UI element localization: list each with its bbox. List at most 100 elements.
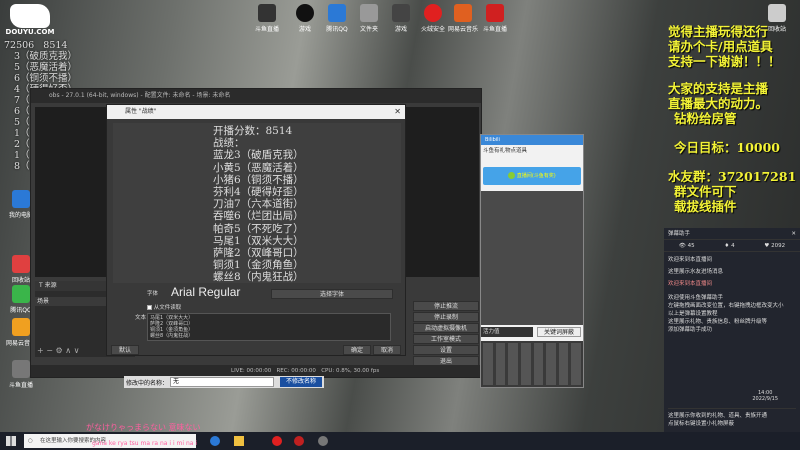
stop-stream-button[interactable]: 停止推流 [413,301,479,311]
live-status: LIVE: 00:00:00 [231,368,272,374]
font-value: Arial Regular [171,285,241,299]
app-icon [424,4,442,22]
app-icon [454,4,472,22]
chat-message: 添加弹幕助手成功 [668,327,713,333]
preview-line: 吞噬6（烂团出局） [213,210,304,223]
preview-line: 蓝龙3（破盾克我） [213,149,304,162]
preview-line: 帕奇5（不死吃了） [213,222,304,235]
name-input[interactable]: 无 [170,377,274,387]
defaults-button[interactable]: 默认 [111,345,139,355]
danmaku-panel: 弹幕助手 ✕ 👁 45 ♦ 4 ♥ 2092 欢迎来到本直播间 这里展示水友进场消… [664,228,800,432]
ok-button[interactable]: 确定 [343,345,371,355]
right-line: 载拔线插件 [674,199,737,214]
cpu-status: CPU: 0.8%, 30.00 fps [321,368,380,374]
right-line: 群文件可下 [674,184,737,199]
right-line: 直播最大的动力。 [668,96,769,111]
preview-line: 马尾1（双米大大） [213,234,304,247]
desktop-icon[interactable]: 游戏 [384,4,418,33]
desktop-icon[interactable]: 斗鱼直播 [250,4,284,33]
right-line: 大家的支持是主播 [668,81,769,96]
right-line: 钻粉给房管 [674,111,737,126]
fan-count: ♥ 2092 [764,243,786,249]
douyu-logo: DOUYU.COM [4,4,56,40]
plugin-body [481,191,583,325]
chat-message: 这里展示你收到的礼物、道具、贵族开通 [668,413,768,419]
app-icon [12,360,30,378]
stop-record-button[interactable]: 停止录制 [413,312,479,322]
app-icon [12,255,30,273]
desktop-icon[interactable]: 斗鱼直播 [478,4,512,33]
left-line: 3（破质克我） [14,51,78,62]
desktop-icon[interactable]: 腾讯QQ [320,4,354,33]
rec-status: REC: 00:00:00 [276,368,316,374]
desktop-icon[interactable]: 游戏 [288,4,322,33]
right-line: 请办个卡/用点道具 [668,39,773,54]
text-icon: T [39,282,43,289]
desktop-icon[interactable]: 网易云音乐 [446,4,480,33]
preview-line: 刀油7（六本道街） [213,198,304,211]
preview-line: 萨隆2（双峰哥口） [213,247,304,260]
clock: 14:00 2022/9/15 [752,390,778,402]
name-bar-label: 修改中的名称： [126,380,169,387]
settings-button[interactable]: 设置 [413,345,479,355]
preview-line: 螺丝8（内鬼狂战） [213,271,304,284]
name-bar: 修改中的名称： 无 不修改名称 [124,376,324,388]
chat-title: 弹幕助手 ✕ [664,228,800,240]
chat-counts: 👁 45 ♦ 4 ♥ 2092 [664,240,800,252]
plugin-dropdown[interactable]: 活力值 [481,327,533,337]
windows-start-icon[interactable] [6,436,16,446]
checkbox-icon [147,305,152,310]
chat-message: 点鼠标右键设置小礼物屏蔽 [668,421,735,427]
dialog-titlebar: 属性 "战绩" ✕ [107,105,405,119]
right-line: 觉得主播玩得还行 [668,24,769,39]
virtual-camera-button[interactable]: 启动虚拟摄像机 [413,323,479,333]
right-line: 水友群：372017281 [668,169,797,184]
taskbar-app-icon[interactable] [318,436,328,446]
app-icon [328,4,346,22]
preview-line: 开播分数：8514 [213,125,293,137]
right-line: 今日目标：10000 [674,140,780,155]
close-icon[interactable]: ✕ [791,228,796,240]
plugin-banner[interactable]: 直播间(斗鱼有奖) [483,167,581,185]
app-icon [12,318,30,336]
cancel-button[interactable]: 取消 [373,345,401,355]
obs-titlebar: obs - 27.0.1 (64-bit, windows) - 配置文件: 未… [31,89,481,103]
app-icon [486,4,504,22]
search-icon: ○ [28,438,33,444]
status-icon [508,172,516,179]
right-line: 支持一下谢谢！！！ [668,54,781,69]
desktop-icon[interactable]: 文件夹 [352,4,386,33]
plugin-titlebar: Bilibili [481,135,583,145]
app-icon [360,4,378,22]
close-icon[interactable]: ✕ [394,105,401,119]
desktop-icon[interactable]: 火绒安全 [416,4,450,33]
text-input[interactable]: 马尾1（双米大大） 萨隆2（双峰哥口） 铜须1（金须角鱼） 螺丝8（内鬼狂战） [147,313,391,341]
select-font-button[interactable]: 选择字体 [271,289,393,299]
logo-text: DOUYU.COM [5,28,55,36]
gift-count: ♦ 4 [724,243,735,249]
taskbar-app-icon[interactable] [210,436,220,446]
subtitle-line2: gana ke rya tsu ma ra na i i mi na i [92,440,198,447]
taskbar-app-icon[interactable] [294,436,304,446]
chat-message: 欢迎使用斗鱼弹幕助手 [668,295,724,301]
preview-line: 小黄5（恶魔活着） [213,161,304,174]
taskbar-app-icon[interactable] [234,436,244,446]
no-rename-button[interactable]: 不修改名称 [280,377,322,387]
plugin-window[interactable]: Bilibili 斗鱼有礼物点道具 直播间(斗鱼有奖) 活力值 关键词屏蔽 [480,134,584,388]
chat-message: 左键拖拽画面改变位置，右键拖拽边框改变大小 [668,303,784,309]
preview-line: 芬利4（硬得好歪） [213,186,304,199]
studio-mode-button[interactable]: 工作室模式 [413,334,479,344]
text-label: 文本 [135,315,147,321]
taskbar-app-icon[interactable] [272,436,282,446]
preview-line: 铜须1（金须角鱼） [213,259,304,272]
right-info: 觉得主播玩得还行 请办个卡/用点道具 支持一下谢谢！！！ 大家的支持是主播 直播… [668,24,798,214]
text-preview: 开播分数：8514 战绩： 蓝龙3（破盾克我） 小黄5（恶魔活着） 小猪6（铜须… [113,123,401,283]
app-icon [12,285,30,303]
text-input-line: 螺丝8（内鬼狂战） [150,333,194,339]
panel-controls[interactable]: + − ⚙ ∧ ∨ [37,346,79,355]
font-label: 字体 [147,291,159,297]
keyword-block-button[interactable]: 关键词屏蔽 [537,327,581,337]
text-properties-dialog[interactable]: 属性 "战绩" ✕ 开播分数：8514 战绩： 蓝龙3（破盾克我） 小黄5（恶魔… [106,104,406,356]
from-file-checkbox[interactable]: 从文件读取 [147,303,181,311]
left-line: 5（恶魔活着） [14,62,78,73]
